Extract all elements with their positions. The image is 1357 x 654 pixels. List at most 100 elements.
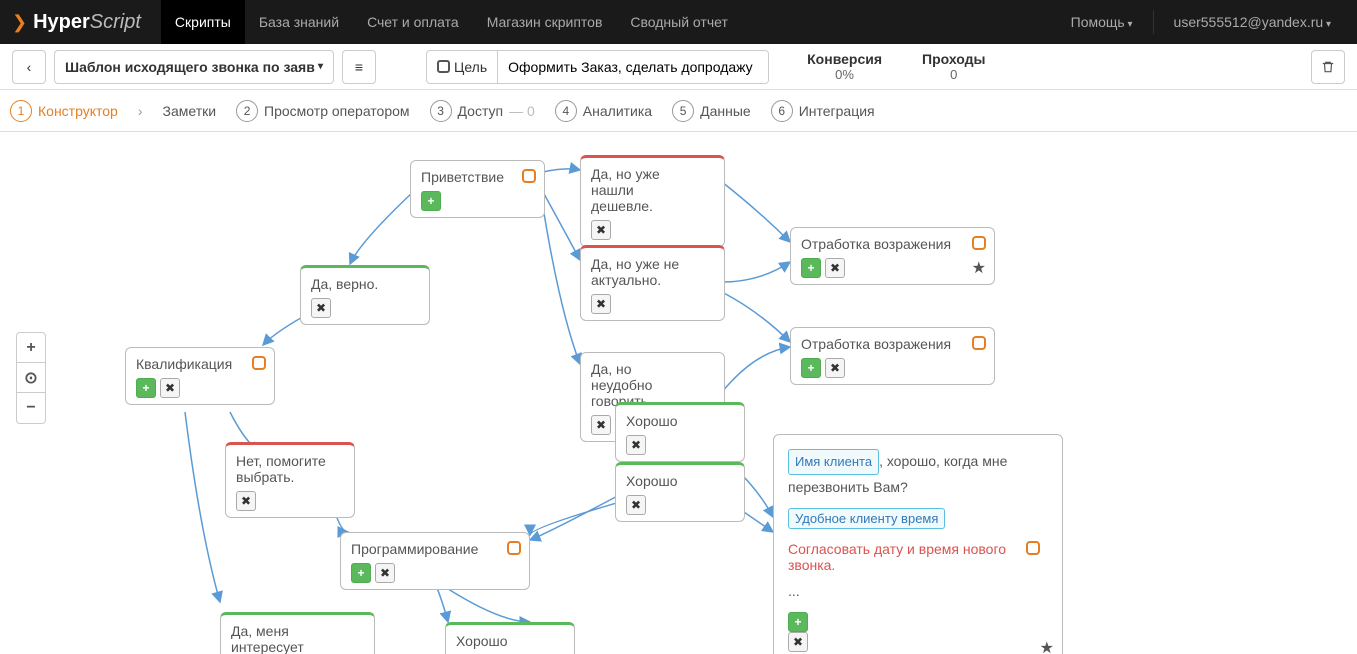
zoom-in-button[interactable]: + [17, 333, 45, 363]
tab-suffix: — 0 [509, 103, 535, 119]
template-dropdown[interactable]: Шаблон исходящего звонка по заяв ▾ [54, 50, 334, 84]
nav-separator [1153, 10, 1154, 34]
metric-passes: Проходы 0 [922, 51, 985, 82]
nav-report[interactable]: Сводный отчет [616, 0, 741, 44]
close-icon[interactable]: ✖ [626, 435, 646, 455]
node-title: Программирование [351, 541, 519, 557]
nav-kb[interactable]: База знаний [245, 0, 353, 44]
node-help-choose[interactable]: Нет, помогите выбрать. ✖ [225, 442, 355, 518]
tab-access[interactable]: 3Доступ — 0 [430, 100, 535, 122]
tab-integration[interactable]: 6Интеграция [771, 100, 875, 122]
node-title: Хорошо [456, 633, 564, 649]
nav-store[interactable]: Магазин скриптов [473, 0, 617, 44]
add-icon[interactable]: + [801, 258, 821, 278]
node-title: Да, верно. [311, 276, 419, 292]
zoom-controls: + ⊙ − [16, 332, 46, 424]
node-title: Да, меня интересует [231, 623, 364, 654]
close-icon[interactable]: ✖ [591, 220, 611, 240]
node-title: Отработка возражения [801, 336, 984, 352]
node-ok1[interactable]: Хорошо ✖ [615, 402, 745, 462]
star-icon: ★ [1040, 638, 1054, 654]
node-title: Квалификация [136, 356, 264, 372]
goal-label[interactable]: Цель [427, 51, 498, 83]
add-icon[interactable]: + [421, 191, 441, 211]
node-title: Хорошо [626, 473, 734, 489]
metric-label: Конверсия [807, 51, 882, 67]
tab-constructor[interactable]: 1Конструктор [10, 100, 118, 122]
node-ok3[interactable]: Хорошо [445, 622, 575, 654]
tab-label: Конструктор [38, 103, 118, 119]
node-objection2[interactable]: Отработка возражения +✖ [790, 327, 995, 385]
goal-marker-icon [972, 336, 986, 350]
close-icon[interactable]: ✖ [788, 632, 808, 652]
star-icon: ★ [972, 258, 986, 278]
notes-link[interactable]: Заметки [163, 103, 217, 119]
tab-label: Доступ [458, 103, 504, 119]
zoom-center-button[interactable]: ⊙ [17, 363, 45, 393]
goal-marker-icon [252, 356, 266, 370]
goal-marker-icon [507, 541, 521, 555]
node-title: Да, но уже не актуально. [591, 256, 714, 288]
nav-help[interactable]: Помощь [1057, 0, 1147, 44]
close-icon[interactable]: ✖ [375, 563, 395, 583]
nav-user[interactable]: user555512@yandex.ru [1160, 0, 1345, 44]
trash-icon [1321, 60, 1335, 74]
tab-data[interactable]: 5Данные [672, 100, 751, 122]
node-objection1[interactable]: Отработка возражения ★ +✖ [790, 227, 995, 285]
node-programming[interactable]: Программирование +✖ [340, 532, 530, 590]
delete-button[interactable] [1311, 50, 1345, 84]
caret-icon: ❯ [12, 12, 27, 33]
node-title: Да, но уже нашли дешевле. [591, 166, 714, 214]
add-icon[interactable]: + [136, 378, 156, 398]
toolbar: ‹ Шаблон исходящего звонка по заяв ▾ ≡ Ц… [0, 44, 1357, 90]
node-not-actual[interactable]: Да, но уже не актуально. ✖ [580, 245, 725, 321]
metric-conversion: Конверсия 0% [807, 51, 882, 82]
add-icon[interactable]: + [351, 563, 371, 583]
breadcrumb-sep: › [138, 103, 143, 119]
menu-button[interactable]: ≡ [342, 50, 376, 84]
metric-value: 0 [922, 67, 985, 82]
close-icon[interactable]: ✖ [825, 258, 845, 278]
add-icon[interactable]: + [788, 612, 808, 632]
detail-body: Имя клиента, хорошо, когда мне перезвони… [788, 447, 1048, 498]
goal-input[interactable] [498, 51, 768, 83]
metric-value: 0% [807, 67, 882, 82]
node-yes-correct[interactable]: Да, верно. ✖ [300, 265, 430, 325]
metric-label: Проходы [922, 51, 985, 67]
logo[interactable]: ❯ HyperScript [12, 11, 141, 34]
nav-scripts[interactable]: Скрипты [161, 0, 245, 44]
tab-label: Данные [700, 103, 751, 119]
close-icon[interactable]: ✖ [311, 298, 331, 318]
node-ok2[interactable]: Хорошо ✖ [615, 462, 745, 522]
template-label: Шаблон исходящего звонка по заяв [65, 59, 315, 75]
tab-label: Просмотр оператором [264, 103, 409, 119]
nav-billing[interactable]: Счет и оплата [353, 0, 473, 44]
add-icon[interactable]: + [801, 358, 821, 378]
close-icon[interactable]: ✖ [591, 415, 611, 435]
metrics: Конверсия 0% Проходы 0 [807, 51, 985, 82]
brand-light: Script [90, 11, 141, 34]
detail-panel[interactable]: Имя клиента, хорошо, когда мне перезвони… [773, 434, 1063, 654]
token-client-name[interactable]: Имя клиента [788, 449, 879, 475]
close-icon[interactable]: ✖ [160, 378, 180, 398]
token-convenient-time[interactable]: Удобное клиенту время [788, 508, 945, 529]
close-icon[interactable]: ✖ [825, 358, 845, 378]
canvas[interactable]: + ⊙ − Приветствие + Да, верно. ✖ Квалифи… [0, 132, 1357, 654]
tab-analytics[interactable]: 4Аналитика [555, 100, 652, 122]
top-nav: ❯ HyperScript Скрипты База знаний Счет и… [0, 0, 1357, 44]
detail-goal-text: Согласовать дату и время нового звонка. [788, 541, 1006, 573]
close-icon[interactable]: ✖ [236, 491, 256, 511]
tab-preview[interactable]: 2Просмотр оператором [236, 100, 409, 122]
tab-bar: 1Конструктор › Заметки 2Просмотр операто… [0, 90, 1357, 132]
close-icon[interactable]: ✖ [626, 495, 646, 515]
zoom-out-button[interactable]: − [17, 393, 45, 423]
back-button[interactable]: ‹ [12, 50, 46, 84]
node-title: Хорошо [626, 413, 734, 429]
node-title: Приветствие [421, 169, 534, 185]
node-interested[interactable]: Да, меня интересует [220, 612, 375, 654]
close-icon[interactable]: ✖ [591, 294, 611, 314]
node-qualification[interactable]: Квалификация +✖ [125, 347, 275, 405]
brand-bold: Hyper [33, 11, 90, 34]
node-greeting[interactable]: Приветствие + [410, 160, 545, 218]
node-cheaper[interactable]: Да, но уже нашли дешевле. ✖ [580, 155, 725, 247]
